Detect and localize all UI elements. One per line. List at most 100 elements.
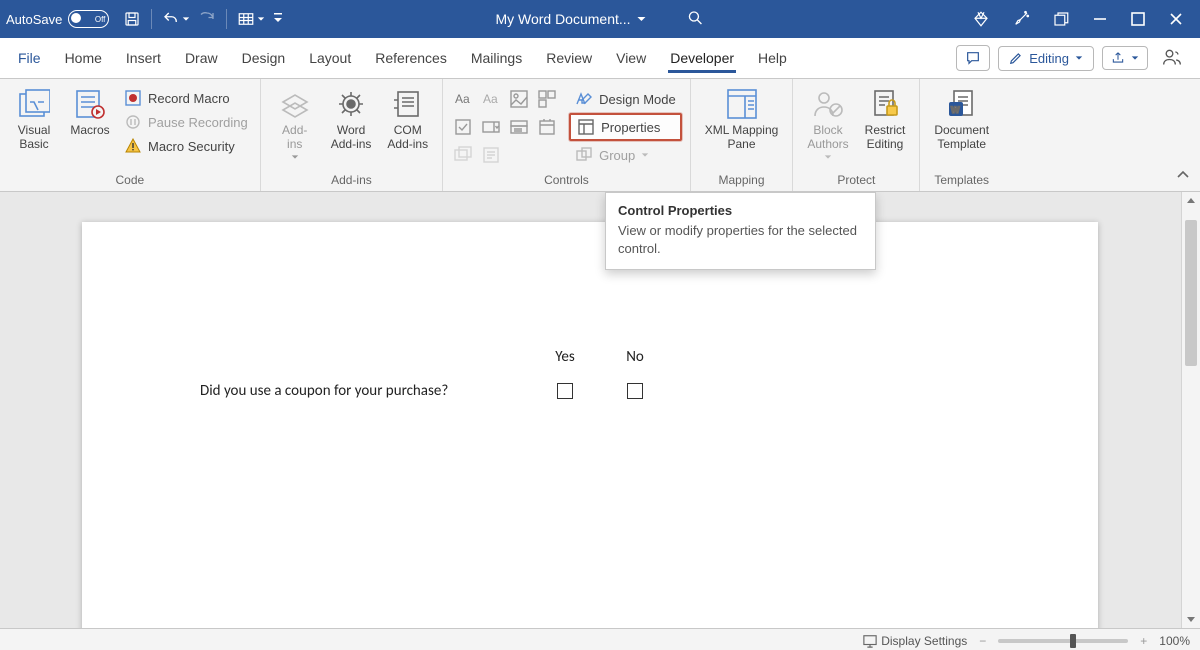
chevron-down-icon (824, 153, 832, 161)
group-label-protect: Protect (801, 171, 911, 191)
collapse-ribbon-icon[interactable] (1176, 168, 1190, 185)
autosave-toggle[interactable]: AutoSave Off (6, 10, 109, 28)
addins-icon (278, 87, 312, 121)
group-templates: W Document Template Templates (920, 79, 1003, 191)
word-addins-button[interactable]: Word Add-ins (325, 83, 378, 151)
tab-references[interactable]: References (363, 44, 459, 72)
display-settings-button[interactable]: Display Settings (863, 634, 967, 648)
tab-draw[interactable]: Draw (173, 44, 230, 72)
share-button[interactable] (1102, 46, 1148, 70)
account-icon[interactable] (1156, 43, 1188, 74)
picture-control-icon[interactable] (507, 87, 531, 111)
visual-basic-button[interactable]: Visual Basic (8, 83, 60, 151)
document-page[interactable]: Yes No Did you use a coupon for your pur… (82, 222, 1098, 628)
vertical-scrollbar[interactable] (1181, 192, 1200, 628)
chevron-down-icon (1131, 54, 1139, 62)
zoom-level[interactable]: 100% (1159, 634, 1190, 648)
redo-icon[interactable] (198, 10, 216, 28)
richtext-control-icon[interactable]: Aa (451, 87, 475, 111)
group-mapping: XML Mapping Pane Mapping (691, 79, 794, 191)
group-button: Group (569, 143, 682, 167)
macros-button[interactable]: Macros (64, 83, 116, 137)
tab-insert[interactable]: Insert (114, 44, 173, 72)
table-icon[interactable] (237, 10, 265, 28)
scrollbar-thumb[interactable] (1185, 220, 1197, 366)
plaintext-control-icon[interactable]: Aa (479, 87, 503, 111)
svg-text:Aa: Aa (455, 92, 470, 106)
editing-mode-button[interactable]: Editing (998, 46, 1094, 71)
design-mode-button[interactable]: Design Mode (569, 87, 682, 111)
combobox-control-icon[interactable] (479, 115, 503, 139)
group-addins: Add- ins Word Add-ins COM Add-ins Add-in… (261, 79, 443, 191)
scroll-down-icon[interactable] (1182, 610, 1200, 628)
block-authors-button[interactable]: Block Authors (801, 83, 854, 161)
xml-mapping-pane-button[interactable]: XML Mapping Pane (699, 83, 785, 151)
com-addins-button[interactable]: COM Add-ins (381, 83, 434, 151)
search-icon[interactable] (687, 9, 705, 30)
restrict-editing-icon (868, 87, 902, 121)
word-addins-icon (334, 87, 368, 121)
document-template-button[interactable]: W Document Template (928, 83, 995, 151)
minimize-icon[interactable] (1092, 11, 1108, 27)
group-icon (575, 146, 593, 164)
checkbox-yes[interactable] (557, 383, 573, 399)
close-icon[interactable] (1168, 11, 1184, 27)
restore-down-icon[interactable] (1052, 10, 1070, 28)
zoom-out-icon[interactable]: − (979, 634, 986, 648)
qat-customize-icon[interactable] (273, 12, 283, 26)
tab-home[interactable]: Home (53, 44, 114, 72)
tooltip-title: Control Properties (618, 203, 863, 218)
svg-text:W: W (951, 105, 960, 115)
group-label-mapping: Mapping (699, 171, 785, 191)
restrict-editing-button[interactable]: Restrict Editing (859, 83, 912, 151)
tab-design[interactable]: Design (230, 44, 298, 72)
comments-button[interactable] (956, 45, 990, 71)
properties-icon (577, 118, 595, 136)
xml-pane-icon (725, 87, 759, 121)
datepicker-control-icon[interactable] (535, 115, 559, 139)
tab-layout[interactable]: Layout (297, 44, 363, 72)
group-protect: Block Authors Restrict Editing Protect (793, 79, 920, 191)
record-icon (124, 89, 142, 107)
brush-icon[interactable] (1012, 10, 1030, 28)
zoom-in-icon[interactable]: + (1140, 634, 1147, 648)
undo-icon[interactable] (162, 10, 190, 28)
buildingblock-control-icon[interactable] (535, 87, 559, 111)
chevron-down-icon (1075, 54, 1083, 62)
controls-gallery[interactable]: Aa Aa (451, 83, 559, 167)
dropdown-control-icon[interactable] (507, 115, 531, 139)
svg-text:Aa: Aa (483, 92, 498, 106)
tab-developer[interactable]: Developer (658, 44, 746, 72)
group-label-controls: Controls (451, 171, 682, 191)
maximize-icon[interactable] (1130, 11, 1146, 27)
autosave-label: AutoSave (6, 12, 62, 27)
record-macro-button[interactable]: Record Macro (120, 87, 252, 109)
chevron-down-icon (291, 153, 299, 161)
chevron-down-icon (641, 151, 649, 159)
header-no: No (610, 348, 660, 366)
scroll-up-icon[interactable] (1182, 192, 1200, 210)
tab-review[interactable]: Review (534, 44, 604, 72)
group-label-addins: Add-ins (269, 171, 434, 191)
chevron-down-icon (637, 14, 647, 24)
repeating-control-icon[interactable] (451, 143, 475, 167)
macro-security-button[interactable]: Macro Security (120, 135, 252, 157)
addins-button[interactable]: Add- ins (269, 83, 321, 161)
status-bar: Display Settings − + 100% (0, 628, 1200, 650)
legacy-tools-icon[interactable] (479, 143, 503, 167)
tab-file[interactable]: File (6, 44, 53, 72)
title-bar: AutoSave Off My Word Document... (0, 0, 1200, 38)
visual-basic-icon (17, 87, 51, 121)
tab-mailings[interactable]: Mailings (459, 44, 534, 72)
tab-view[interactable]: View (604, 44, 658, 72)
diamond-icon[interactable] (972, 10, 990, 28)
properties-button[interactable]: Properties (569, 113, 682, 141)
warning-icon (124, 137, 142, 155)
tab-help[interactable]: Help (746, 44, 799, 72)
save-icon[interactable] (123, 10, 141, 28)
zoom-slider[interactable] (998, 639, 1128, 643)
checkbox-control-icon[interactable] (451, 115, 475, 139)
document-title[interactable]: My Word Document... (495, 11, 646, 27)
checkbox-no[interactable] (627, 383, 643, 399)
toggle-off-icon: Off (68, 10, 109, 28)
